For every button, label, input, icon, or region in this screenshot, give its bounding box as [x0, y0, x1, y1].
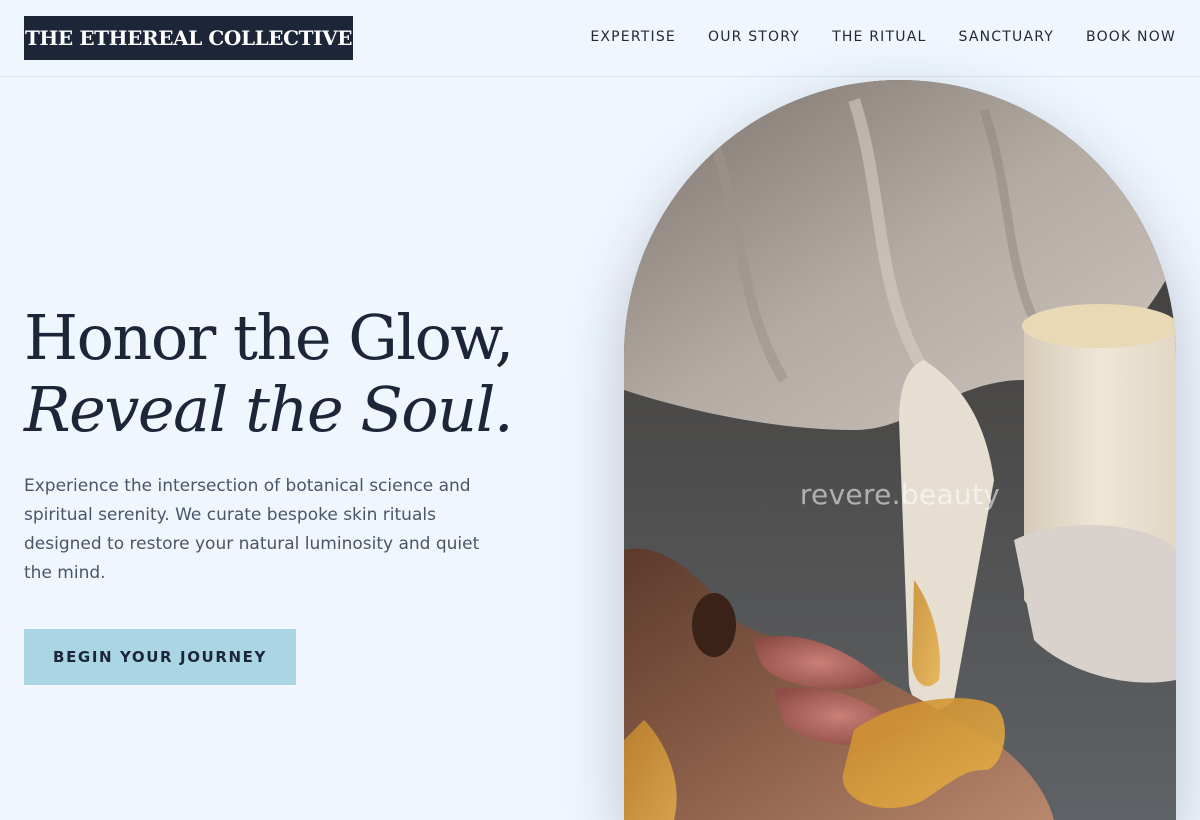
- hero-title: Honor the Glow, Reveal the Soul.: [24, 302, 604, 446]
- hero-title-line1: Honor the Glow,: [24, 301, 514, 374]
- main-nav: EXPERTISE OUR STORY THE RITUAL SANCTUARY…: [590, 27, 1176, 47]
- hero-image-arch: revere.beauty: [624, 80, 1176, 820]
- nav-item-our-story[interactable]: OUR STORY: [708, 27, 800, 47]
- begin-journey-button[interactable]: BEGIN YOUR JOURNEY: [24, 629, 296, 685]
- nav-item-sanctuary[interactable]: SANCTUARY: [958, 27, 1054, 47]
- brand-logo[interactable]: THE ETHEREAL COLLECTIVE: [24, 16, 353, 60]
- nav-item-book-now[interactable]: BOOK NOW: [1086, 27, 1176, 47]
- facial-treatment-image: [624, 80, 1176, 820]
- hero-description: Experience the intersection of botanical…: [24, 476, 480, 583]
- site-header: THE ETHEREAL COLLECTIVE EXPERTISE OUR ST…: [0, 0, 1200, 77]
- nav-item-the-ritual[interactable]: THE RITUAL: [832, 27, 926, 47]
- hero-title-line2: Reveal the Soul.: [24, 373, 514, 446]
- nav-item-expertise[interactable]: EXPERTISE: [590, 27, 676, 47]
